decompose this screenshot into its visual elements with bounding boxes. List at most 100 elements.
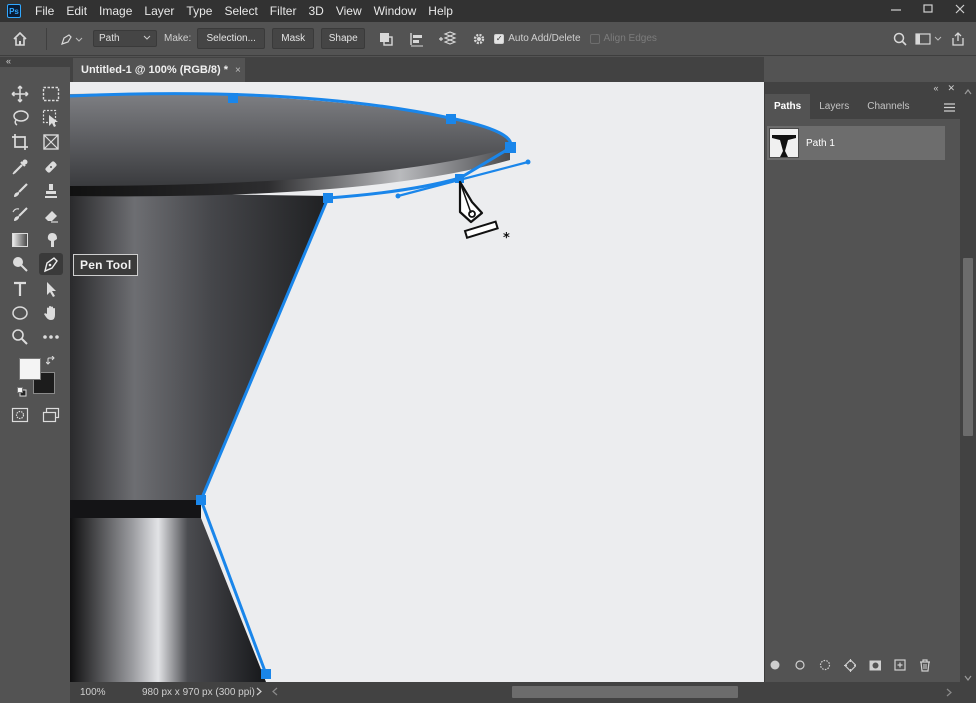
close-window-icon[interactable]	[944, 0, 976, 18]
path-thumbnail	[769, 128, 799, 158]
handle-end-right[interactable]	[525, 159, 531, 165]
foreground-color-swatch[interactable]	[19, 358, 41, 380]
history-brush-icon[interactable]	[8, 204, 32, 226]
gradient-icon[interactable]	[8, 229, 32, 251]
menu-select[interactable]: Select	[218, 0, 263, 22]
pen-tool-icon[interactable]	[39, 253, 63, 275]
screen-mode-icon[interactable]	[39, 404, 63, 426]
zoom-tool-icon[interactable]	[8, 326, 32, 348]
make-shape-button[interactable]: Shape	[321, 28, 366, 49]
dodge-icon[interactable]	[8, 253, 32, 275]
pen-tool-preset-icon[interactable]	[53, 22, 89, 56]
make-work-path-icon[interactable]	[844, 658, 856, 672]
cone-lower-body	[70, 518, 266, 682]
menu-type[interactable]: Type	[180, 0, 218, 22]
workspace-icon[interactable]	[912, 27, 946, 51]
eyedropper-icon[interactable]	[8, 156, 32, 178]
anchor-point[interactable]	[261, 669, 271, 679]
maximize-icon[interactable]	[912, 0, 944, 18]
menu-edit[interactable]: Edit	[60, 0, 93, 22]
anchor-point[interactable]	[196, 495, 206, 505]
photoshop-logo-icon: Ps	[7, 4, 21, 18]
load-as-selection-icon[interactable]	[819, 659, 831, 671]
anchor-point[interactable]	[446, 114, 456, 124]
menu-image[interactable]: Image	[93, 0, 138, 22]
path-operations-icon[interactable]	[373, 26, 399, 52]
path-alignment-icon[interactable]	[404, 26, 430, 52]
new-path-icon[interactable]	[894, 659, 906, 671]
horizontal-scroll-thumb[interactable]	[512, 686, 738, 698]
tab-channels[interactable]: Channels	[858, 94, 918, 119]
path-selection-icon[interactable]	[39, 278, 63, 300]
menu-window[interactable]: Window	[368, 0, 423, 22]
stroke-path-icon[interactable]	[794, 659, 806, 671]
scroll-up-icon[interactable]	[964, 86, 972, 98]
frame-tool-icon[interactable]	[39, 131, 63, 153]
scroll-left-icon[interactable]	[272, 687, 278, 699]
menu-filter[interactable]: Filter	[264, 0, 303, 22]
auto-add-delete-label: Auto Add/Delete	[508, 33, 581, 44]
share-icon[interactable]	[946, 27, 970, 51]
menu-view[interactable]: View	[330, 0, 368, 22]
make-label: Make:	[164, 33, 192, 44]
vertical-scroll-thumb[interactable]	[963, 258, 973, 436]
default-colors-icon[interactable]	[16, 386, 28, 398]
swap-colors-icon[interactable]	[44, 355, 58, 367]
pen-tool-tooltip: Pen Tool	[73, 254, 139, 276]
minimize-icon[interactable]	[880, 0, 912, 18]
smudge-icon[interactable]	[39, 229, 63, 251]
ellipse-tool-icon[interactable]	[8, 302, 32, 324]
gear-icon[interactable]	[466, 26, 492, 52]
document-info[interactable]: 980 px x 970 px (300 ppi)	[114, 687, 255, 698]
vertical-scrollbar[interactable]	[960, 82, 976, 703]
object-selection-icon[interactable]	[39, 107, 63, 129]
align-edges-checkbox[interactable]	[589, 33, 600, 44]
add-mask-icon[interactable]	[869, 659, 881, 671]
tab-layers[interactable]: Layers	[810, 94, 858, 119]
menu-file[interactable]: File	[29, 0, 60, 22]
anchor-point[interactable]	[505, 142, 516, 153]
crop-icon[interactable]	[8, 131, 32, 153]
menu-3d[interactable]: 3D	[302, 0, 329, 22]
lasso-icon[interactable]	[8, 107, 32, 129]
eraser-icon[interactable]	[39, 204, 63, 226]
anchor-point[interactable]	[228, 93, 238, 103]
menu-layer[interactable]: Layer	[138, 0, 180, 22]
canvas-artwork: *	[70, 92, 531, 682]
panel-menu-icon[interactable]	[944, 101, 955, 115]
quick-mask-icon[interactable]	[8, 404, 32, 426]
handle-end-left[interactable]	[395, 193, 401, 199]
home-icon[interactable]	[0, 22, 40, 56]
type-tool-icon[interactable]	[8, 278, 32, 300]
auto-add-delete-checkbox[interactable]: ✓	[494, 33, 505, 44]
hand-tool-icon[interactable]	[39, 302, 63, 324]
make-selection-button[interactable]: Selection...	[197, 28, 266, 49]
scroll-right-icon[interactable]	[946, 688, 952, 700]
fill-path-icon[interactable]	[769, 659, 781, 671]
close-tab-icon[interactable]: ×	[235, 65, 241, 76]
menu-help[interactable]: Help	[422, 0, 459, 22]
path-list-item[interactable]: Path 1	[767, 126, 945, 160]
path-arrangement-icon[interactable]	[435, 26, 461, 52]
tab-paths[interactable]: Paths	[765, 94, 811, 119]
delete-path-icon[interactable]	[919, 658, 931, 672]
more-tools-icon[interactable]	[39, 326, 63, 348]
collapse-panels-icon[interactable]: «	[933, 82, 938, 94]
search-icon[interactable]	[888, 27, 912, 51]
document-tab[interactable]: Untitled-1 @ 100% (RGB/8) * ×	[73, 58, 245, 82]
healing-brush-icon[interactable]	[39, 156, 63, 178]
rectangular-marquee-icon[interactable]	[39, 83, 63, 105]
close-panel-icon[interactable]: ✕	[947, 82, 955, 94]
chevron-right-icon[interactable]	[256, 687, 262, 699]
scroll-down-icon[interactable]	[964, 672, 972, 684]
move-tool-icon[interactable]	[8, 83, 32, 105]
anchor-point[interactable]	[323, 193, 333, 203]
zoom-level-field[interactable]: 100%	[70, 687, 114, 698]
toolbar-collapse-icon[interactable]: «	[0, 57, 70, 67]
tool-mode-dropdown[interactable]: Path	[93, 30, 157, 47]
document-canvas[interactable]: *	[70, 82, 764, 682]
clone-stamp-icon[interactable]	[39, 180, 63, 202]
brush-icon[interactable]	[8, 180, 32, 202]
options-bar: Path Make: Selection... Mask Shape ✓ Aut…	[0, 22, 976, 56]
make-mask-button[interactable]: Mask	[272, 28, 315, 49]
